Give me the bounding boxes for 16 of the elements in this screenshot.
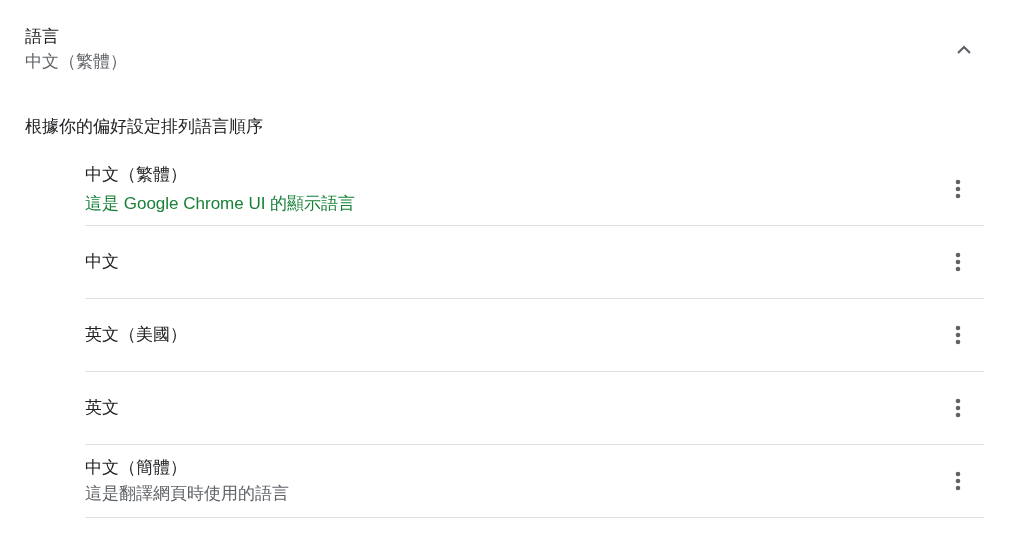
more-icon	[955, 179, 961, 199]
more-icon	[955, 470, 961, 491]
language-name: 英文（美國）	[85, 323, 187, 346]
section-title: 語言	[25, 25, 60, 48]
language-name: 中文（繁體）	[85, 163, 188, 186]
more-icon	[955, 397, 961, 418]
language-name: 中文（簡體）	[85, 457, 188, 479]
more-icon	[955, 324, 961, 345]
language-note: 這是翻譯網頁時使用的語言	[85, 482, 289, 505]
description: 根據你的偏好設定排列語言順序	[25, 116, 263, 138]
language-name: 中文	[85, 250, 119, 273]
section-subtitle: 中文（繁體）	[25, 51, 127, 73]
language-note: 這是 Google Chrome UI 的顯示語言	[85, 193, 356, 215]
chevron-up-icon	[957, 44, 971, 54]
more-icon	[955, 251, 961, 272]
language-name: 英文	[85, 396, 119, 419]
